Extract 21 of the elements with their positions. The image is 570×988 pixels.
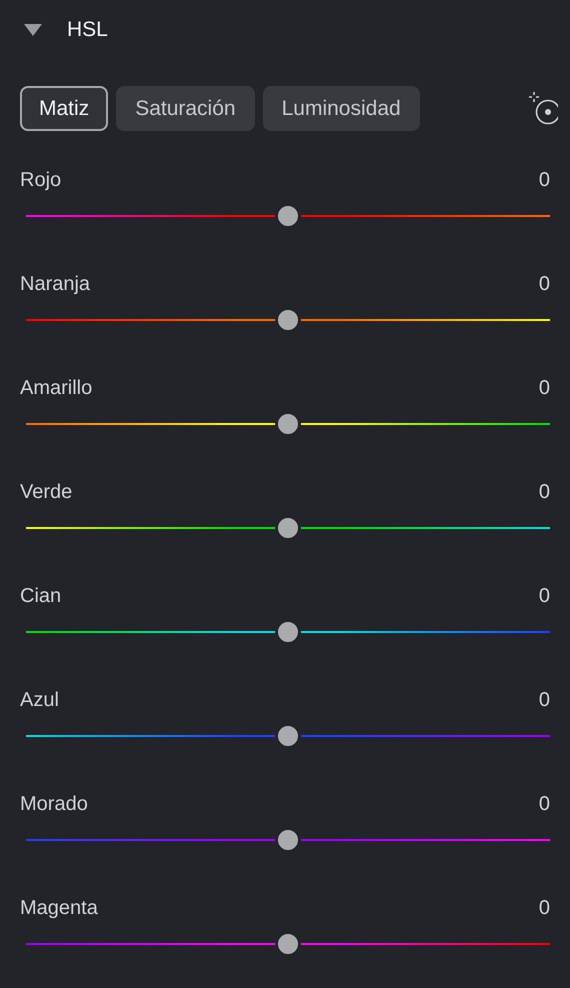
slider-label: Cian — [20, 584, 62, 608]
slider-label: Naranja — [20, 272, 90, 296]
slider-value: 0 — [538, 168, 550, 192]
section-title: HSL — [67, 18, 108, 42]
slider-label: Rojo — [20, 168, 62, 192]
slider-value: 0 — [538, 272, 550, 296]
slider-label: Morado — [20, 792, 88, 816]
tab[interactable]: Matiz — [20, 86, 108, 131]
tab[interactable]: Saturación — [116, 86, 255, 131]
slider-label: Verde — [20, 480, 72, 504]
slider-label: Azul — [20, 688, 59, 712]
slider-label: Magenta — [20, 896, 98, 920]
slider-value: 0 — [538, 376, 550, 400]
slider-value: 0 — [538, 896, 550, 920]
slider-label: Amarillo — [20, 376, 92, 400]
slider-value: 0 — [538, 584, 550, 608]
collapse-triangle-icon[interactable] — [23, 23, 43, 37]
slider-value: 0 — [538, 688, 550, 712]
slider-value: 0 — [538, 792, 550, 816]
tab[interactable]: Luminosidad — [262, 86, 420, 131]
slider-value: 0 — [538, 480, 550, 504]
